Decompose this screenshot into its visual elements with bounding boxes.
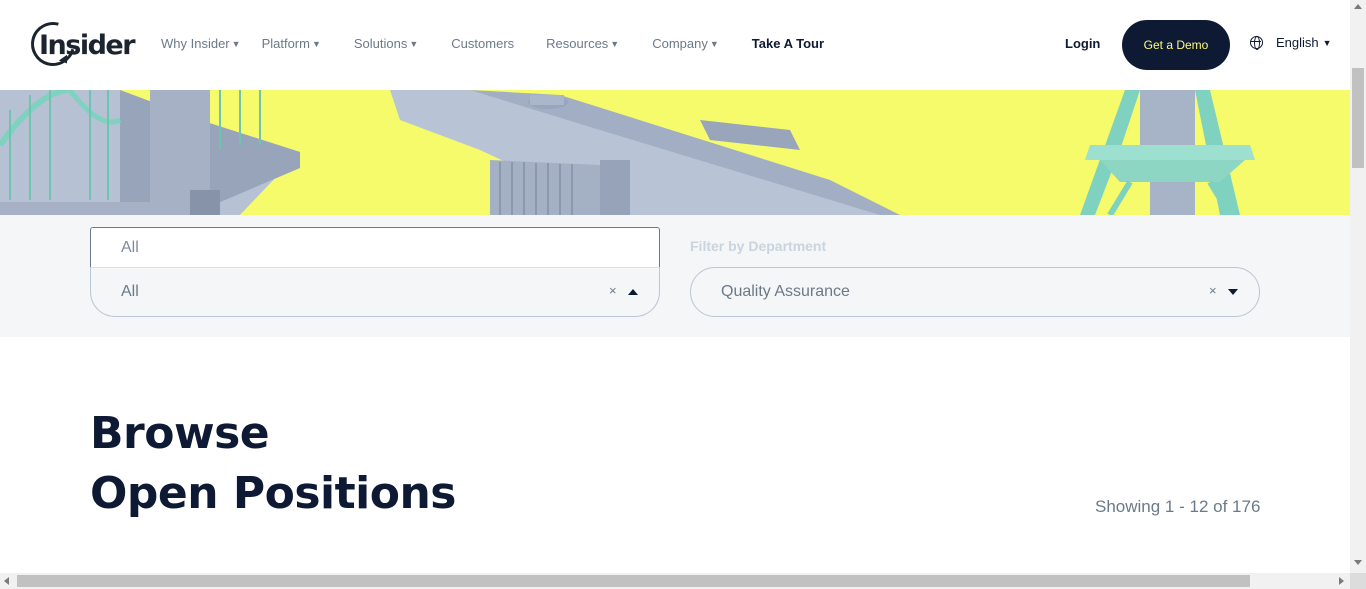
location-select[interactable]: All × (90, 267, 660, 317)
scroll-up-icon[interactable] (1354, 4, 1362, 9)
nav-take-a-tour[interactable]: Take A Tour (752, 36, 824, 51)
nav-label: Company (652, 36, 708, 51)
main-nav: Why Insider ▼ Platform ▼ Solutions ▼ Custom… (161, 36, 824, 51)
nav-solutions[interactable]: Solutions ▼ (354, 36, 418, 51)
horizontal-scroll-thumb[interactable] (17, 575, 1250, 587)
login-link[interactable]: Login (1065, 36, 1100, 51)
insider-logo[interactable]: Insider (22, 13, 136, 75)
nav-platform[interactable]: Platform ▼ (262, 36, 321, 51)
clear-icon[interactable]: × (1209, 283, 1217, 298)
scroll-right-icon[interactable] (1339, 577, 1344, 585)
nav-label: Resources (546, 36, 609, 51)
department-selected-value: Quality Assurance (721, 283, 850, 300)
clear-icon[interactable]: × (609, 283, 617, 298)
language-selector[interactable]: English ▼ (1250, 35, 1332, 50)
language-label: English (1276, 35, 1319, 50)
scroll-left-icon[interactable] (4, 577, 9, 585)
nav-label: Platform (261, 36, 310, 51)
scroll-down-icon[interactable] (1354, 560, 1362, 565)
scrollbar-corner (1350, 573, 1366, 589)
location-search-input[interactable]: All (90, 227, 660, 268)
page-title: Browse Open Positions (90, 404, 457, 524)
title-line-1: Browse (90, 408, 270, 459)
department-select[interactable]: Quality Assurance × (690, 267, 1260, 317)
location-selected-value: All (121, 283, 139, 300)
nav-label: Why Insider (161, 36, 230, 51)
globe-icon (1250, 36, 1263, 50)
hero-banner (0, 90, 1350, 215)
job-filters: All All × Filter by Department Quality A… (0, 215, 1350, 337)
logo-text: Insider (39, 29, 136, 61)
hero-illustration (0, 90, 1255, 215)
arrow-down-icon[interactable] (1228, 289, 1238, 295)
nav-resources[interactable]: Resources ▼ (546, 36, 619, 51)
location-dropdown: All All × (90, 227, 660, 317)
nav-label: Take A Tour (751, 36, 825, 51)
site-header: Insider Why Insider ▼ Platform ▼ Solutions… (0, 0, 1350, 90)
nav-why-insider[interactable]: Why Insider ▼ (161, 36, 241, 51)
nav-company[interactable]: Company ▼ (652, 36, 719, 51)
caret-down-icon: ▼ (709, 38, 719, 49)
results-count: Showing 1 - 12 of 176 (1095, 497, 1261, 516)
vertical-scroll-thumb[interactable] (1352, 68, 1364, 168)
caret-down-icon: ▼ (1322, 37, 1332, 48)
title-line-2: Open Positions (90, 468, 457, 519)
nav-label: Customers (451, 36, 515, 51)
nav-customers[interactable]: Customers (451, 36, 514, 51)
caret-down-icon: ▼ (311, 38, 321, 49)
arrow-up-icon[interactable] (628, 289, 638, 295)
department-filter-label: Filter by Department (690, 238, 827, 254)
get-a-demo-button[interactable]: Get a Demo (1122, 20, 1230, 70)
vertical-scrollbar[interactable] (1350, 0, 1366, 589)
caret-down-icon: ▼ (610, 38, 620, 49)
caret-down-icon: ▼ (409, 38, 419, 49)
horizontal-scrollbar[interactable] (0, 573, 1350, 589)
nav-label: Solutions (353, 36, 408, 51)
caret-down-icon: ▼ (231, 38, 241, 49)
